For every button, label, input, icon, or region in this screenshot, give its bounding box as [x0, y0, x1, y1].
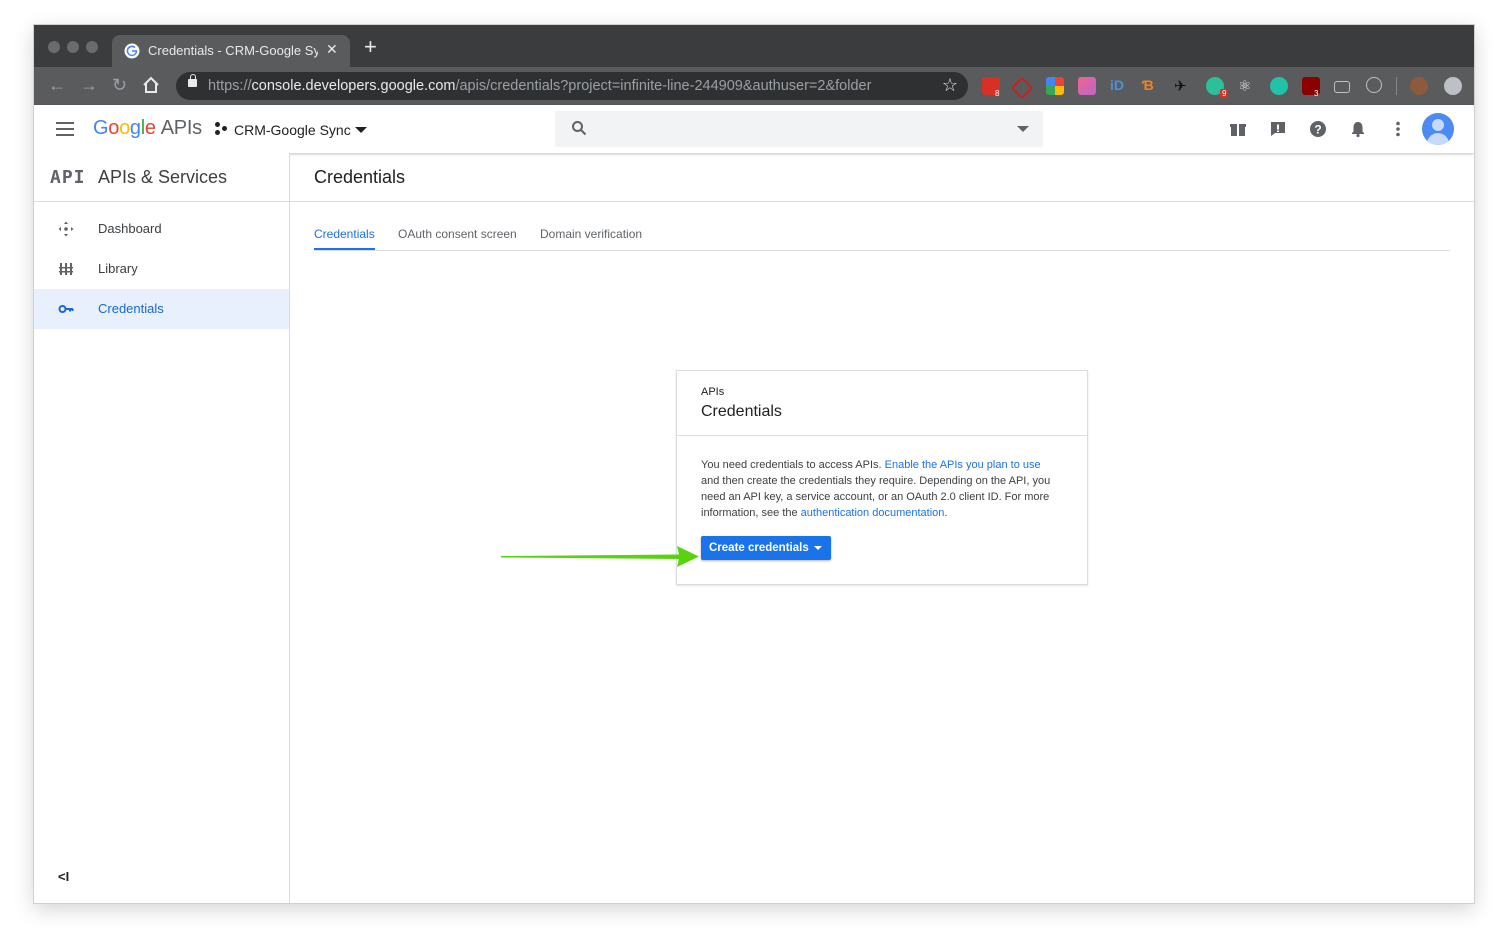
page-tabs: Credentials OAuth consent screen Domain … [314, 224, 1450, 251]
extension-react-icon[interactable]: ⚛ [1238, 77, 1256, 95]
authentication-documentation-link[interactable]: authentication documentation [801, 507, 945, 519]
card-eyebrow: APIs [701, 386, 725, 398]
create-credentials-label: Create credentials [709, 542, 809, 554]
bookmark-star-icon[interactable]: ☆ [942, 75, 958, 96]
extension-pen-icon[interactable] [1010, 76, 1034, 100]
google-favicon-icon [124, 43, 140, 59]
browser-tab[interactable]: Credentials - CRM-Google Sync ✕ [112, 35, 350, 67]
page-header: Credentials [290, 153, 1474, 202]
sidebar-item-dashboard[interactable]: Dashboard [34, 209, 289, 249]
card-text: You need credentials to access APIs. [701, 459, 885, 471]
app-header: Google APIs CRM-Google Sync ? [34, 105, 1474, 153]
credentials-card: APIs Credentials You need credentials to… [676, 370, 1088, 585]
tab-strip: Credentials - CRM-Google Sync ✕ + [34, 25, 1474, 67]
search-dropdown-icon[interactable] [1017, 126, 1029, 132]
update-icon[interactable] [1444, 77, 1462, 95]
annotation-arrow-icon [501, 546, 699, 567]
sidebar-header: API APIs & Services [34, 153, 289, 202]
project-dots-icon [215, 122, 229, 136]
sidebar-item-label: Credentials [98, 301, 164, 316]
enable-apis-link[interactable]: Enable the APIs you plan to use [885, 459, 1041, 471]
tab-title: Credentials - CRM-Google Sync [148, 43, 318, 58]
page-title: Credentials [314, 167, 406, 187]
close-window-button[interactable] [48, 41, 60, 53]
sidebar-item-library[interactable]: Library [34, 249, 289, 289]
search-box[interactable] [555, 111, 1043, 147]
sidebar-item-label: Dashboard [98, 221, 162, 236]
url-host: console.developers.google.com [251, 78, 456, 94]
extension-id-icon[interactable]: iD [1110, 77, 1128, 95]
new-tab-button[interactable]: + [364, 36, 377, 58]
google-apis-logo[interactable]: Google APIs [93, 117, 202, 140]
extension-badge: 8 [995, 89, 1000, 98]
svg-text:?: ? [1314, 123, 1321, 137]
address-bar[interactable]: https://console.developers.google.com/ap… [176, 72, 968, 100]
browser-toolbar: ← → ↻ https://console.developers.google.… [34, 67, 1474, 105]
url-scheme: https:// [208, 78, 252, 94]
account-avatar[interactable] [1422, 113, 1454, 145]
key-icon [58, 305, 74, 313]
extension-badge: 9 [1220, 89, 1229, 98]
create-credentials-button[interactable]: Create credentials [701, 536, 831, 560]
feedback-icon[interactable] [1268, 119, 1288, 139]
collapse-sidebar-button[interactable]: <I [58, 869, 69, 884]
library-icon [59, 263, 73, 275]
card-body: You need credentials to access APIs. Ena… [701, 457, 1061, 521]
sidebar-title: APIs & Services [98, 167, 228, 187]
maximize-window-button[interactable] [86, 41, 98, 53]
chevron-down-icon [814, 546, 822, 550]
lock-icon [188, 74, 197, 87]
extension-bird-icon[interactable]: ✈ [1174, 77, 1192, 95]
toolbar-divider [1396, 77, 1397, 95]
card-header: APIs Credentials [677, 371, 1087, 436]
logo-suffix: APIs [160, 117, 202, 139]
reload-icon[interactable]: ↻ [112, 75, 127, 95]
sidebar-item-label: Library [98, 261, 138, 276]
help-icon[interactable]: ? [1308, 119, 1328, 139]
url-path: /apis/credentials?project=infinite-line-… [455, 78, 872, 94]
notifications-icon[interactable] [1348, 119, 1368, 139]
extension-badge: 3 [1314, 89, 1319, 98]
extension-m-icon[interactable] [1270, 77, 1288, 95]
browser-window: Credentials - CRM-Google Sync ✕ + ← → ↻ … [34, 25, 1474, 903]
tab-credentials[interactable]: Credentials [314, 227, 375, 250]
url-text: https://console.developers.google.com/ap… [208, 78, 871, 94]
api-logo-icon: API [50, 167, 86, 188]
search-input[interactable] [599, 117, 1003, 141]
project-name: CRM-Google Sync [234, 122, 351, 138]
menu-icon[interactable] [56, 122, 74, 136]
forward-icon[interactable]: → [80, 75, 98, 95]
card-title: Credentials [701, 403, 782, 420]
dashboard-icon [58, 221, 74, 237]
gift-icon[interactable] [1228, 119, 1248, 139]
sidebar: API APIs & Services Dashboard Library Cr… [34, 153, 290, 903]
close-icon[interactable]: ✕ [326, 41, 338, 58]
search-icon [572, 121, 587, 136]
profile-avatar-icon[interactable] [1410, 77, 1428, 95]
back-icon[interactable]: ← [48, 75, 66, 95]
minimize-window-button[interactable] [67, 41, 79, 53]
sidebar-item-credentials[interactable]: Credentials [34, 289, 289, 329]
home-icon[interactable] [142, 76, 160, 94]
extension-grid-icon[interactable] [1046, 77, 1064, 95]
extension-screen-icon[interactable] [1334, 81, 1350, 93]
chevron-down-icon [355, 127, 367, 133]
tab-oauth-consent-screen[interactable]: OAuth consent screen [398, 227, 517, 248]
extension-w-icon[interactable] [1366, 77, 1382, 93]
extension-b-icon[interactable]: Ɓ [1142, 77, 1160, 95]
card-text: . [944, 507, 948, 519]
more-vert-icon[interactable] [1388, 119, 1408, 139]
extension-gradient-icon[interactable] [1078, 77, 1096, 95]
tab-domain-verification[interactable]: Domain verification [540, 227, 642, 248]
